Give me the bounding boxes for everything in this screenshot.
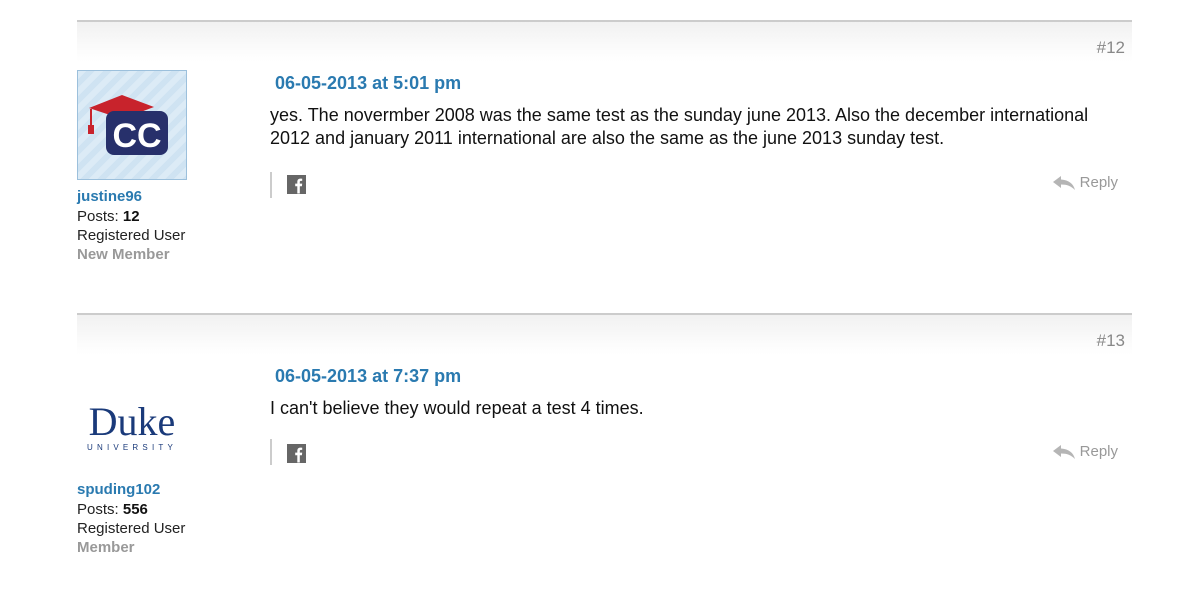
post-count-value: 12 [122, 208, 140, 225]
post-count-label: Posts: [77, 208, 119, 225]
user-rank: New Member [77, 246, 170, 263]
post-count: Posts: 12 [77, 208, 140, 225]
post-header: #13 [77, 313, 1132, 355]
post-number-link[interactable]: #13 [1097, 331, 1125, 351]
reply-arrow-icon [1052, 444, 1075, 459]
reply-arrow-icon [1052, 175, 1075, 190]
username-link[interactable]: spuding102 [77, 481, 160, 498]
user-role: Registered User [77, 227, 186, 244]
svg-text:CC: CC [112, 117, 161, 155]
svg-text:UNIVERSITY: UNIVERSITY [87, 443, 177, 452]
reply-button[interactable]: Reply [1052, 174, 1118, 191]
svg-text:Duke: Duke [89, 399, 176, 444]
post-date-link[interactable]: 06-05-2013 at 7:37 pm [275, 366, 461, 387]
post-number-link[interactable]: #12 [1097, 38, 1125, 58]
facebook-icon[interactable] [287, 175, 306, 194]
post-body: yes. The novermber 2008 was the same tes… [270, 105, 1089, 148]
forum-post: #12 CC justine96 Posts: 12 Registered Us… [77, 20, 1132, 310]
post-header: #12 [77, 20, 1132, 62]
avatar[interactable]: CC [77, 70, 187, 180]
reply-label: Reply [1079, 443, 1118, 460]
avatar[interactable]: Duke UNIVERSITY [77, 363, 187, 473]
post-count-label: Posts: [77, 501, 119, 518]
cc-logo-icon: CC [88, 95, 168, 155]
duke-university-logo-icon: Duke UNIVERSITY [87, 399, 177, 452]
share-divider [270, 172, 272, 198]
share-divider [270, 439, 272, 465]
user-rank: Member [77, 539, 135, 556]
username-link[interactable]: justine96 [77, 188, 142, 205]
reply-label: Reply [1079, 174, 1118, 191]
post-count-value: 556 [122, 501, 148, 518]
forum-post: #13 Duke UNIVERSITY spuding102 Posts: 55… [77, 313, 1132, 603]
user-role: Registered User [77, 520, 186, 537]
post-body: I can't believe they would repeat a test… [270, 398, 644, 418]
reply-button[interactable]: Reply [1052, 443, 1118, 460]
post-date-link[interactable]: 06-05-2013 at 5:01 pm [275, 73, 461, 94]
facebook-icon[interactable] [287, 444, 306, 463]
post-count: Posts: 556 [77, 501, 148, 518]
